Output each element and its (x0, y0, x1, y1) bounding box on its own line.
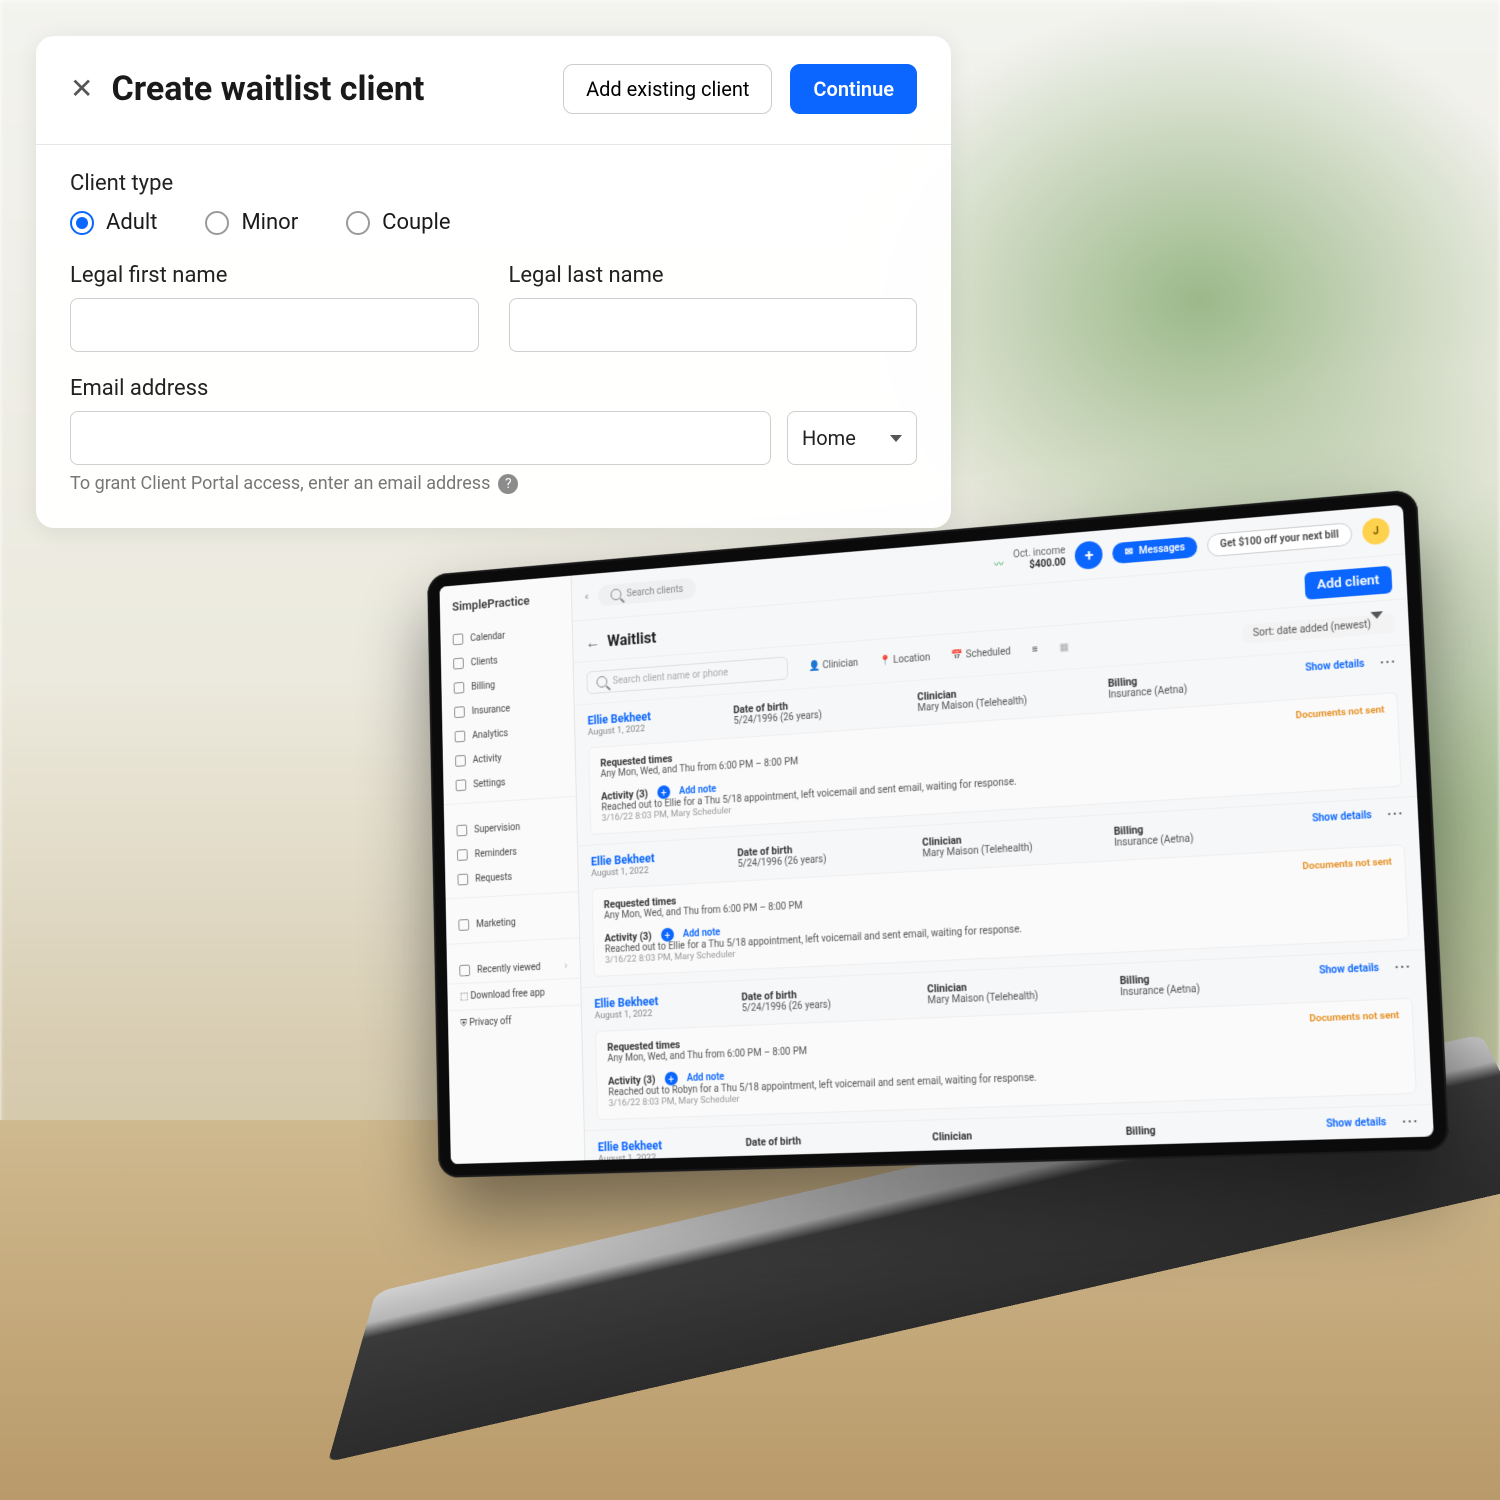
show-details-link[interactable]: Show details (1319, 963, 1379, 977)
user-avatar[interactable]: J (1362, 517, 1390, 546)
divider (36, 144, 951, 145)
messages-button[interactable]: ✉Messages (1112, 536, 1197, 564)
add-existing-client-button[interactable]: Add existing client (563, 64, 772, 114)
laptop: SimplePractice Calendar Clients Billing … (400, 525, 1440, 1245)
search-icon (610, 588, 621, 600)
radio-icon (346, 211, 370, 235)
create-waitlist-modal: ✕ Create waitlist client Add existing cl… (36, 36, 951, 528)
clients-icon (453, 658, 464, 670)
email-type-select[interactable]: Home (787, 411, 917, 465)
main-content: « Search clients 〰 Oct. income $400.00 +… (572, 505, 1434, 1161)
nav-marketing[interactable]: Marketing (446, 907, 579, 939)
email-help-text: To grant Client Portal access, enter an … (70, 473, 917, 494)
chevron-down-icon (1370, 611, 1383, 630)
first-name-label: Legal first name (70, 263, 479, 288)
clinician-label: Clinician (932, 1126, 1096, 1144)
continue-button[interactable]: Continue (790, 64, 917, 114)
radio-selected-icon (70, 211, 94, 235)
client-type-minor[interactable]: Minor (205, 210, 298, 235)
add-client-button[interactable]: Add client (1304, 566, 1392, 600)
nav-label: Recently viewed (477, 962, 541, 976)
show-details-link[interactable]: Show details (1312, 810, 1372, 825)
clock-icon (459, 965, 470, 977)
calendar-icon (453, 633, 464, 645)
income-widget[interactable]: Oct. income $400.00 (1013, 545, 1066, 573)
row-menu-icon[interactable]: ⋯ (1379, 659, 1396, 667)
show-details-link[interactable]: Show details (1305, 659, 1365, 674)
activity-label: Activity (3) (608, 1073, 656, 1087)
laptop-screen-bezel: SimplePractice Calendar Clients Billing … (427, 489, 1449, 1178)
shield-icon: ⛨ (460, 1018, 467, 1029)
add-note-link[interactable]: Add note (679, 784, 716, 797)
radio-icon (205, 211, 229, 235)
nav-label: Supervision (474, 822, 520, 835)
add-note-link[interactable]: Add note (687, 1071, 725, 1083)
help-icon[interactable]: ? (498, 474, 518, 494)
download-icon: ⬚ (460, 991, 469, 1002)
nav-label: Clients (471, 655, 498, 667)
offer-button[interactable]: Get $100 off your next bill (1207, 522, 1353, 557)
add-note-plus-icon[interactable]: + (661, 928, 674, 942)
nav-label: Reminders (475, 847, 517, 860)
waitlist-rows: Ellie Bekheet August 1, 2022 Date of bir… (575, 645, 1434, 1160)
add-note-plus-icon[interactable]: + (657, 785, 670, 799)
nav-label: Analytics (472, 728, 508, 741)
requests-icon (457, 874, 468, 886)
dob-label: Date of birth (745, 1131, 903, 1149)
trend-icon: 〰 (994, 555, 1004, 570)
supervision-icon (456, 824, 467, 836)
email-label: Email address (70, 376, 917, 401)
billing-icon (454, 682, 465, 694)
add-button[interactable]: + (1075, 540, 1104, 570)
search-icon (596, 676, 607, 688)
filter-location[interactable]: 📍 Location (879, 652, 931, 667)
billing-label: Billing (1125, 1120, 1295, 1138)
nav-label: Calendar (470, 630, 505, 643)
back-arrow-icon[interactable]: ← (585, 632, 600, 652)
view-list-icon[interactable]: ≡ (1032, 644, 1038, 655)
view-grid-icon[interactable]: ▦ (1059, 641, 1069, 653)
last-name-label: Legal last name (509, 263, 918, 288)
waitlist-search[interactable]: Search client name or phone (586, 656, 788, 694)
filter-clinician[interactable]: 👤 Clinician (808, 657, 858, 671)
sidebar: SimplePractice Calendar Clients Billing … (439, 576, 585, 1165)
insurance-icon (454, 706, 465, 718)
row-menu-icon[interactable]: ⋯ (1386, 810, 1403, 818)
client-type-label: Client type (70, 171, 917, 196)
client-type-adult[interactable]: Adult (70, 210, 157, 235)
add-note-link[interactable]: Add note (683, 927, 721, 940)
nav-label: Billing (471, 680, 495, 692)
bell-icon (457, 849, 468, 861)
activity-icon (455, 755, 466, 767)
app-viewport: SimplePractice Calendar Clients Billing … (439, 505, 1433, 1165)
sort-dropdown[interactable]: Sort: date added (newest) (1242, 613, 1394, 644)
add-note-plus-icon[interactable]: + (664, 1072, 677, 1086)
email-input[interactable] (70, 411, 771, 465)
last-name-input[interactable] (509, 298, 918, 352)
chat-icon: ✉ (1124, 546, 1133, 558)
client-type-couple[interactable]: Couple (346, 210, 450, 235)
chevron-down-icon (890, 435, 902, 442)
page-title: Waitlist (607, 628, 656, 650)
nav-label: Requests (475, 872, 512, 884)
close-icon[interactable]: ✕ (70, 75, 93, 103)
analytics-icon (455, 731, 466, 743)
megaphone-icon (458, 919, 469, 931)
show-details-link[interactable]: Show details (1326, 1117, 1387, 1130)
modal-title: Create waitlist client (111, 69, 545, 109)
gear-icon (456, 779, 467, 791)
nav-label: Insurance (472, 703, 511, 716)
collapse-sidebar-icon[interactable]: « (584, 592, 588, 603)
global-search[interactable]: Search clients (597, 577, 696, 606)
chevron-right-icon: › (564, 960, 567, 971)
privacy-toggle[interactable]: ⛨ Privacy off (448, 1005, 582, 1037)
nav-label: Settings (473, 777, 505, 789)
nav-label: Activity (473, 753, 502, 765)
row-menu-icon[interactable]: ⋯ (1401, 1118, 1418, 1125)
nav-label: Marketing (476, 917, 516, 930)
row-menu-icon[interactable]: ⋯ (1394, 964, 1411, 971)
first-name-input[interactable] (70, 298, 479, 352)
filter-scheduled[interactable]: 📅 Scheduled (951, 646, 1011, 661)
